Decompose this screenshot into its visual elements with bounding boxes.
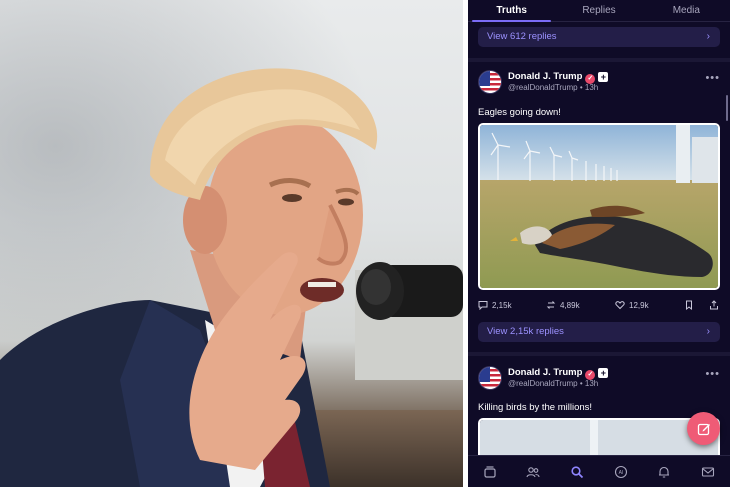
nav-messages[interactable]: [698, 462, 718, 482]
speaker-photo: [0, 0, 463, 487]
post-separator: [468, 58, 730, 62]
retruth-button[interactable]: 4,89k: [546, 300, 580, 310]
tab-replies[interactable]: Replies: [555, 0, 642, 21]
tab-truths[interactable]: Truths: [468, 0, 555, 22]
profile-tabs: Truths Replies Media: [468, 0, 730, 22]
scrollbar-thumb[interactable]: [726, 95, 728, 121]
view-replies-button[interactable]: View 2,15k replies ›: [478, 322, 720, 342]
screenshot-composite: Truths Replies Media View 612 replies ›: [0, 0, 730, 487]
nav-search[interactable]: [567, 462, 587, 482]
bookmark-icon: [686, 300, 692, 310]
compose-icon: [697, 423, 710, 435]
view-replies-button[interactable]: View 612 replies ›: [478, 27, 720, 47]
svg-text:AI: AI: [618, 470, 623, 476]
bottom-navigation: AI: [468, 455, 730, 487]
plus-badge-icon: +: [598, 72, 609, 82]
truth-social-profile-feed: Truths Replies Media View 612 replies ›: [468, 0, 730, 487]
plus-badge-icon: +: [598, 368, 609, 378]
comment-icon: [478, 301, 488, 310]
heart-icon: [615, 301, 625, 310]
post-image[interactable]: [478, 123, 720, 290]
author-handle: @realDonaldTrump • 13h: [508, 83, 599, 92]
ai-icon: AI: [614, 465, 627, 478]
post-header: Donald J. Trump ✓ + @realDonaldTrump • 13h…: [478, 366, 720, 394]
bell-icon: [659, 466, 670, 478]
view-replies-label: View 612 replies: [487, 31, 557, 42]
view-replies-label: View 2,15k replies: [487, 326, 564, 337]
retruth-count: 4,89k: [560, 300, 580, 310]
post-header: Donald J. Trump ✓ + @realDonaldTrump • 13h…: [478, 70, 720, 98]
share-button[interactable]: [709, 300, 719, 310]
retruth-icon: [546, 301, 556, 309]
search-icon: [571, 465, 584, 478]
share-icon: [710, 300, 718, 310]
bookmark-button[interactable]: [684, 300, 694, 310]
groups-icon: [526, 466, 541, 477]
avatar[interactable]: [478, 366, 502, 390]
comment-count: 2,15k: [492, 300, 512, 310]
author-name-text: Donald J. Trump: [508, 71, 583, 82]
more-options-icon[interactable]: •••: [705, 368, 720, 380]
home-icon: [484, 465, 496, 478]
comment-button[interactable]: 2,15k: [478, 300, 512, 310]
author-handle: @realDonaldTrump • 13h: [508, 379, 599, 388]
nav-ai[interactable]: AI: [611, 462, 631, 482]
chevron-right-icon: ›: [706, 326, 710, 337]
nav-notifications[interactable]: [654, 462, 674, 482]
post-text: Killing birds by the millions!: [478, 402, 593, 413]
wind-farm-eagle-image: [480, 125, 718, 288]
like-count: 12,9k: [629, 300, 649, 310]
flag-avatar-icon: [479, 71, 501, 93]
nav-home[interactable]: [480, 462, 500, 482]
flag-avatar-icon: [479, 367, 501, 389]
compose-button[interactable]: [687, 412, 720, 445]
post-actions: 2,15k 4,89k 12,9k: [478, 300, 720, 314]
messages-icon: [702, 466, 715, 477]
nav-groups[interactable]: [523, 462, 543, 482]
author-name-text: Donald J. Trump: [508, 367, 583, 378]
post-separator: [468, 352, 730, 356]
like-button[interactable]: 12,9k: [615, 300, 649, 310]
more-options-icon[interactable]: •••: [705, 72, 720, 84]
chevron-right-icon: ›: [706, 31, 710, 42]
post-text: Eagles going down!: [478, 107, 561, 118]
speaker-illustration: [0, 68, 463, 487]
tab-media[interactable]: Media: [643, 0, 730, 21]
avatar[interactable]: [478, 70, 502, 94]
